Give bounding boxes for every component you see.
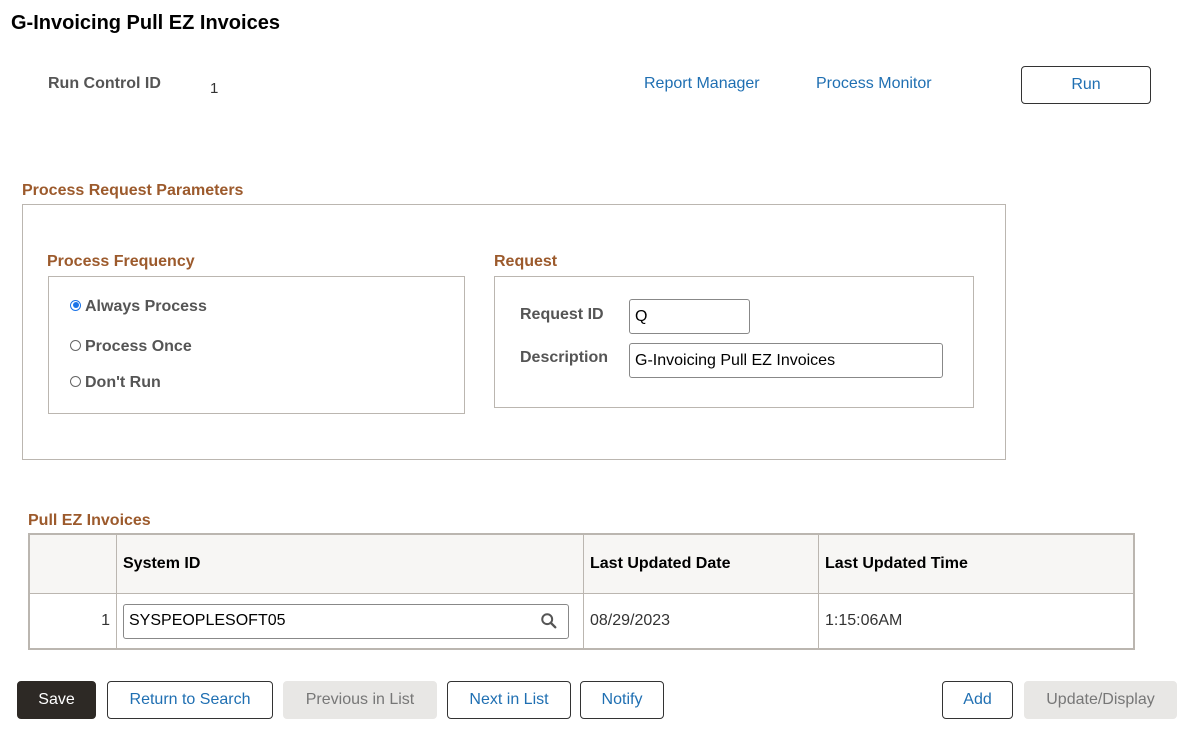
request-panel [494, 276, 974, 408]
radio-selected-icon[interactable] [70, 299, 81, 311]
add-button[interactable]: Add [942, 681, 1013, 719]
run-button[interactable]: Run [1021, 66, 1151, 104]
return-to-search-button[interactable]: Return to Search [107, 681, 273, 719]
last-updated-date-cell: 08/29/2023 [583, 593, 819, 650]
col-header-last-updated-time: Last Updated Time [818, 533, 1135, 594]
next-in-list-button[interactable]: Next in List [447, 681, 571, 719]
radio-dont-run[interactable]: Don't Run [70, 374, 161, 392]
page-title: G-Invoicing Pull EZ Invoices [11, 12, 280, 34]
save-button[interactable]: Save [17, 681, 96, 719]
previous-in-list-button[interactable]: Previous in List [283, 681, 437, 719]
grid-header-row: System ID Last Updated Date Last Updated… [28, 533, 1135, 594]
radio-process-once[interactable]: Process Once [70, 338, 192, 356]
system-id-value: SYSPEOPLESOFT05 [129, 612, 286, 629]
request-id-label: Request ID [520, 306, 604, 323]
radio-unselected-icon[interactable] [70, 375, 81, 387]
report-manager-link[interactable]: Report Manager [644, 75, 760, 93]
radio-label: Don't Run [85, 374, 161, 391]
description-input[interactable]: G-Invoicing Pull EZ Invoices [629, 343, 943, 378]
radio-label: Process Once [85, 338, 192, 355]
process-frequency-heading: Process Frequency [47, 253, 195, 270]
search-icon[interactable] [540, 612, 558, 630]
system-id-cell: SYSPEOPLESOFT05 [116, 593, 584, 650]
row-number: 1 [28, 593, 117, 650]
radio-unselected-icon[interactable] [70, 339, 81, 351]
system-id-input[interactable]: SYSPEOPLESOFT05 [123, 603, 569, 639]
request-heading: Request [494, 253, 558, 270]
col-header-row-number [28, 533, 117, 594]
radio-always-process[interactable]: Always Process [70, 298, 207, 316]
radio-label: Always Process [85, 298, 207, 315]
col-header-last-updated-date: Last Updated Date [583, 533, 819, 594]
col-header-system-id: System ID [116, 533, 584, 594]
table-row: 1 SYSPEOPLESOFT05 08/29/2023 1:15:06AM [28, 593, 1135, 650]
last-updated-time-cell: 1:15:06AM [818, 593, 1135, 650]
pull-ez-invoices-grid: System ID Last Updated Date Last Updated… [28, 533, 1135, 650]
process-monitor-link[interactable]: Process Monitor [816, 75, 932, 93]
process-request-parameters-heading: Process Request Parameters [22, 182, 244, 199]
pull-ez-invoices-heading: Pull EZ Invoices [28, 512, 151, 529]
request-id-input[interactable]: Q [629, 299, 750, 334]
run-control-id-label: Run Control ID [48, 75, 161, 92]
update-display-button[interactable]: Update/Display [1024, 681, 1177, 719]
run-control-id-value: 1 [210, 80, 219, 97]
description-label: Description [520, 349, 609, 366]
notify-button[interactable]: Notify [580, 681, 664, 719]
